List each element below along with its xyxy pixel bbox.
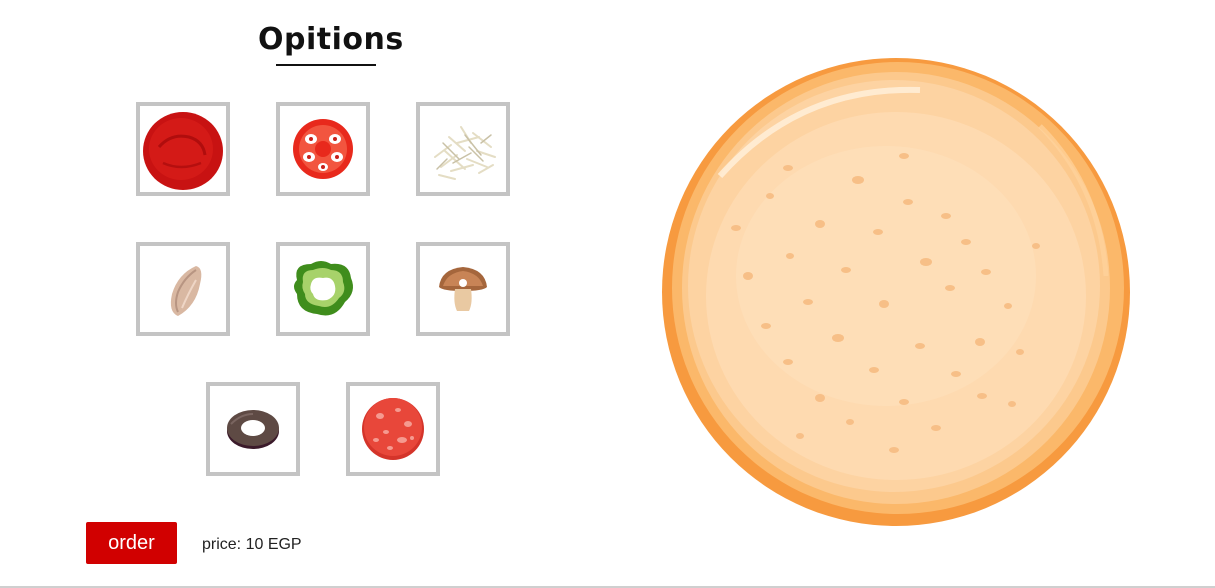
- green-pepper-icon: [294, 261, 353, 316]
- title-underline: [276, 64, 376, 66]
- topping-tile-olive[interactable]: [206, 382, 300, 476]
- pizza-dough-base: [662, 58, 1130, 526]
- topping-tile-mushroom[interactable]: [416, 242, 510, 336]
- page-title: Opitions: [258, 22, 404, 57]
- pepperoni-icon: [362, 398, 424, 460]
- topping-tile-tomato[interactable]: [276, 102, 370, 196]
- chicken-icon: [170, 266, 202, 316]
- topping-tile-pepper[interactable]: [276, 242, 370, 336]
- topping-tile-pepperoni[interactable]: [346, 382, 440, 476]
- price-label: price: 10 EGP: [202, 536, 302, 553]
- topping-tile-chicken[interactable]: [136, 242, 230, 336]
- topping-tile-cheese[interactable]: [416, 102, 510, 196]
- shredded-cheese-icon: [434, 126, 496, 180]
- topping-tile-sauce[interactable]: [136, 102, 230, 196]
- tomato-sauce-icon: [143, 112, 223, 190]
- mushroom-icon: [439, 267, 487, 311]
- tomato-slice-icon: [293, 119, 353, 179]
- black-olive-icon: [227, 410, 279, 449]
- order-button[interactable]: order: [86, 522, 177, 564]
